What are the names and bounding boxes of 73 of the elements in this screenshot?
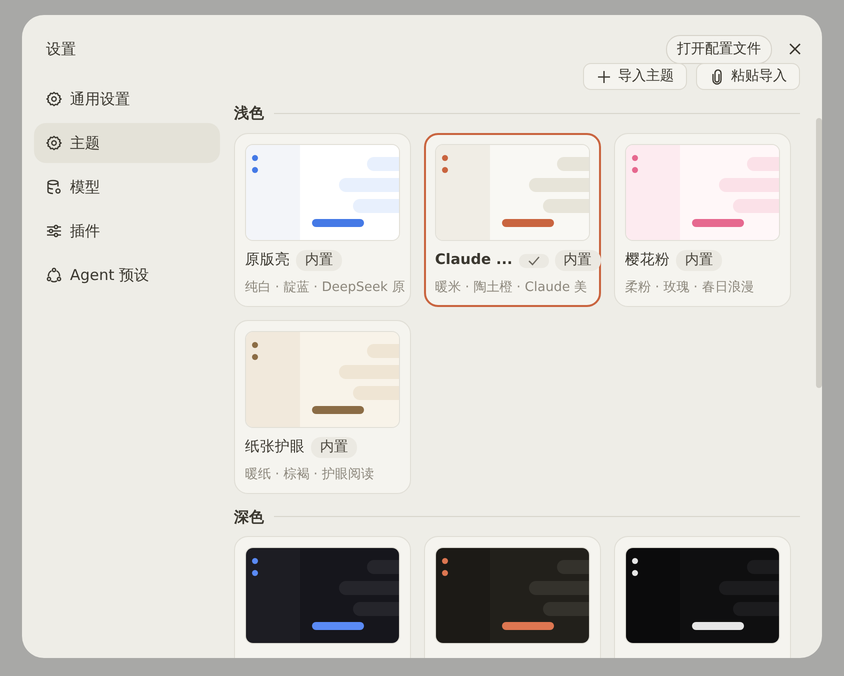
gear-icon: [46, 91, 62, 107]
theme-card[interactable]: [234, 536, 411, 658]
builtin-tag: 内置: [554, 250, 601, 271]
section-heading: 浅色: [234, 103, 264, 124]
theme-card[interactable]: Claude ... 内置 暖米 · 陶土橙 · Claude 美: [424, 132, 601, 306]
theme-name: 樱花粉: [625, 250, 670, 270]
preview-dot: [252, 166, 258, 172]
preview-bubble: [367, 156, 399, 170]
sidebar-item[interactable]: 插件: [34, 211, 220, 251]
section-heading: 深色: [234, 506, 264, 528]
preview-bubble: [719, 178, 779, 192]
theme-card[interactable]: [424, 536, 601, 658]
database-icon: [46, 179, 62, 195]
preview-bubble: [339, 581, 399, 595]
preview-bubble: [367, 344, 399, 358]
cycle-icon: [46, 267, 62, 283]
preview-bar: [502, 622, 554, 630]
preview-bubble: [747, 156, 779, 170]
sidebar-item[interactable]: 模型: [34, 167, 220, 207]
theme-card[interactable]: 原版亮 内置 纯白 · 靛蓝 · DeepSeek 原: [234, 132, 411, 306]
import-theme-button[interactable]: 导入主题: [583, 63, 687, 90]
theme-name: 纸张护眼: [245, 438, 305, 457]
preview-bar: [692, 218, 744, 226]
preview-dot: [252, 570, 258, 576]
preview-dot: [632, 166, 638, 172]
theme-card[interactable]: 纸张护眼 内置 暖纸 · 棕褐 · 护眼阅读: [234, 320, 411, 494]
gear-icon: [46, 135, 62, 151]
preview-dot: [442, 166, 448, 172]
sliders-icon: [46, 223, 62, 239]
sidebar-item[interactable]: 通用设置: [34, 79, 220, 119]
open-config-button[interactable]: 打开配置文件: [666, 34, 772, 64]
preview-bubble: [353, 198, 399, 212]
theme-name: Claude ...: [435, 250, 513, 270]
builtin-tag: 内置: [676, 250, 722, 271]
preview-bubble: [719, 581, 779, 595]
paste-import-button[interactable]: 粘贴导入: [696, 63, 800, 90]
preview-bubble: [543, 198, 589, 212]
preview-bubble: [747, 560, 779, 574]
plus-icon: [596, 68, 612, 84]
theme-description: 纯白 · 靛蓝 · DeepSeek 原: [245, 278, 405, 296]
theme-description: 暖米 · 陶土橙 · Claude 美: [435, 278, 588, 296]
dialog-title: 设置: [46, 38, 76, 60]
preview-bubble: [339, 364, 399, 378]
theme-description: 暖纸 · 棕褐 · 护眼阅读: [245, 466, 374, 484]
builtin-tag: 内置: [311, 437, 357, 458]
preview-bar: [312, 406, 364, 414]
preview-bubble: [529, 581, 589, 595]
sidebar-item[interactable]: 主题: [34, 123, 220, 163]
preview-bubble: [557, 560, 589, 574]
preview-bubble: [353, 386, 399, 400]
scrollbar[interactable]: [816, 118, 822, 388]
preview-bubble: [339, 178, 399, 192]
preview-bar: [312, 622, 364, 630]
check-icon: [518, 254, 549, 268]
preview-dot: [252, 354, 258, 360]
preview-bar: [502, 218, 554, 226]
theme-name: 原版亮: [245, 250, 290, 270]
preview-bubble: [557, 156, 589, 170]
builtin-tag: 内置: [296, 250, 342, 271]
sidebar-item[interactable]: Agent 预设: [34, 255, 220, 295]
preview-bubble: [733, 198, 779, 212]
preview-bar: [312, 218, 364, 226]
theme-card[interactable]: [614, 536, 791, 658]
preview-bubble: [353, 602, 399, 616]
preview-bubble: [733, 602, 779, 616]
preview-bar: [692, 622, 744, 630]
preview-bubble: [367, 560, 399, 574]
preview-bubble: [529, 178, 589, 192]
preview-bubble: [543, 602, 589, 616]
preview-dot: [442, 570, 448, 576]
preview-dot: [632, 570, 638, 576]
theme-description: 柔粉 · 玫瑰 · 春日浪漫: [625, 278, 754, 296]
theme-card[interactable]: 樱花粉 内置 柔粉 · 玫瑰 · 春日浪漫: [614, 132, 791, 306]
